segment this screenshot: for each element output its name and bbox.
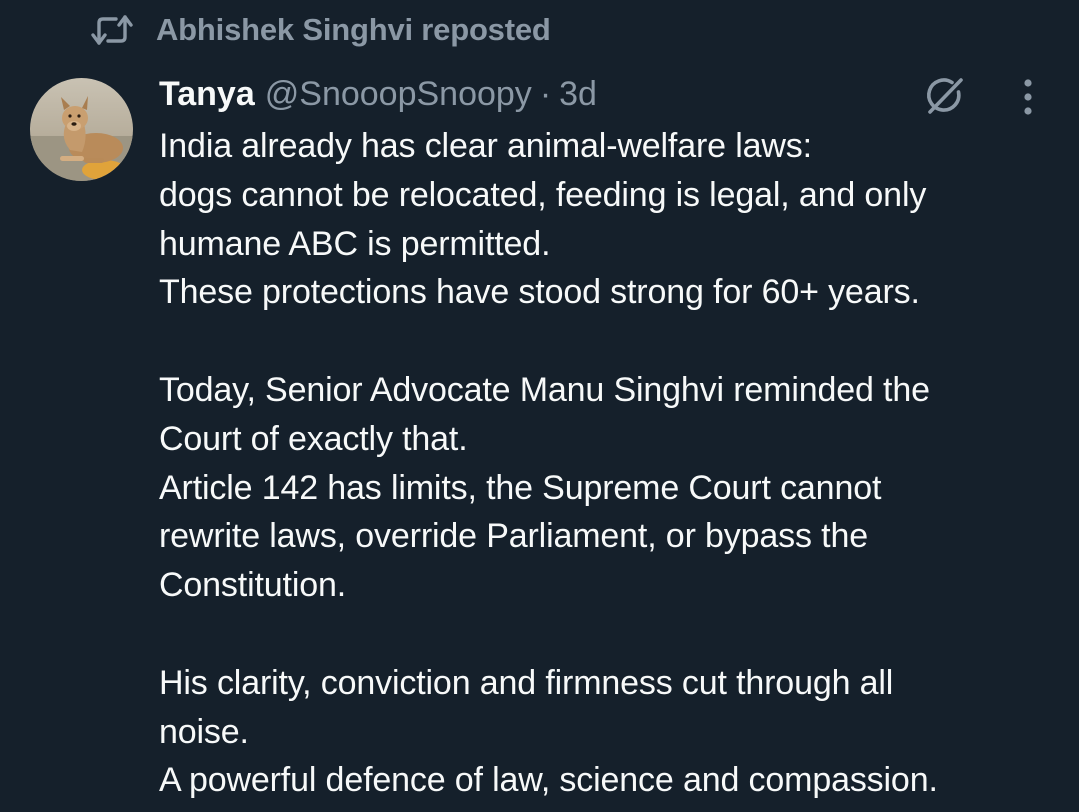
more-icon[interactable] [1006,72,1050,122]
dog-avatar-icon [30,78,133,181]
author-name[interactable]: Tanya [159,75,255,114]
repost-icon [90,8,134,52]
tweet-line: dogs cannot be relocated, feeding is leg… [159,175,927,214]
tweet-line: Article 142 has limits, the Supreme Cour… [159,468,882,507]
tweet-line: Constitution. [159,566,347,605]
paragraph-break [159,610,1059,659]
grok-icon[interactable] [920,72,968,120]
separator-dot: · [539,74,552,113]
tweet-line: Court of exactly that. [159,419,468,458]
tweet-line: His clarity, conviction and firmness cut… [159,663,894,702]
tweet-line: Today, Senior Advocate Manu Singhvi remi… [159,370,930,409]
repost-label[interactable]: Abhishek Singhvi reposted [156,12,551,48]
repost-context[interactable]: Abhishek Singhvi reposted [90,8,551,52]
author-handle[interactable]: @SnooopSnoopy [265,75,532,114]
tweet-header: Tanya @SnooopSnoopy · 3d [159,72,597,116]
tweet-text: India already has clear animal-welfare l… [159,122,1059,805]
tweet-line: India already has clear animal-welfare l… [159,127,812,165]
paragraph-break [159,317,1059,366]
tweet-line: rewrite laws, override Parliament, or by… [159,517,868,556]
tweet-line: A powerful defence of law, science and c… [159,761,938,800]
author-avatar[interactable] [30,78,133,181]
tweet-line: noise. [159,712,249,751]
tweet-line: These protections have stood strong for … [159,273,920,312]
tweet-line: humane ABC is permitted. [159,224,551,263]
tweet-view: Abhishek Singhvi reposted Tanya @SnooopS… [0,0,1079,812]
timestamp[interactable]: 3d [559,75,597,114]
